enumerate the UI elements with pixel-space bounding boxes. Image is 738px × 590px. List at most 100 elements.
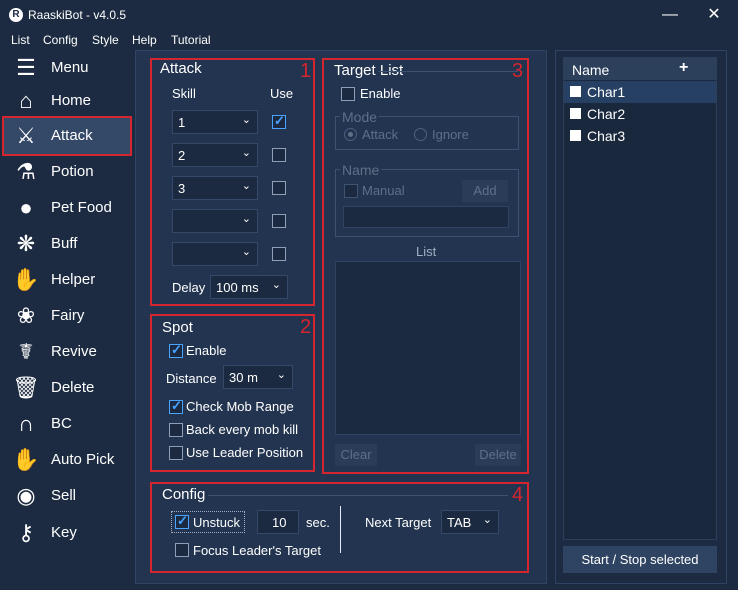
config-section: Config 4 Unstuck 10 sec. Next Target TAB…: [150, 482, 529, 573]
chevron-down-icon: ⌄: [482, 514, 492, 526]
target-enable-checkbox[interactable]: [341, 87, 355, 101]
add-character-button[interactable]: +: [679, 59, 688, 77]
sidebar-item-auto-pick[interactable]: ✋ Auto Pick: [4, 442, 132, 478]
home-icon: ⌂: [19, 88, 33, 113]
use-checkbox-3[interactable]: [272, 181, 286, 195]
sidebar-item-bc[interactable]: ∩ BC: [4, 406, 132, 442]
sidebar-item-buff[interactable]: ❋ Buff: [4, 226, 132, 262]
list-item[interactable]: Char2: [564, 103, 716, 125]
use-checkbox-5[interactable]: [272, 247, 286, 261]
unstuck-seconds-input[interactable]: 10: [257, 510, 299, 534]
name-column-header[interactable]: Name: [572, 62, 609, 78]
skill-select-3[interactable]: 3 ⌄: [172, 176, 258, 200]
focus-leader-checkbox[interactable]: [175, 543, 189, 557]
use-header: Use: [270, 86, 294, 101]
distance-select[interactable]: 30 m ⌄: [223, 365, 293, 389]
skill-select-4[interactable]: ⌄: [172, 209, 258, 233]
clear-button[interactable]: Clear: [335, 444, 377, 466]
spot-enable-label: Enable: [186, 343, 227, 358]
next-target-select[interactable]: TAB ⌄: [441, 510, 499, 534]
menu-help[interactable]: Help: [132, 33, 157, 47]
menu-bar: List Config Style Help Tutorial: [0, 30, 738, 50]
menu-style[interactable]: Style: [92, 33, 119, 47]
delete-button[interactable]: Delete: [475, 444, 521, 466]
skill-select-5[interactable]: ⌄: [172, 242, 258, 266]
back-every-mob-kill-checkbox[interactable]: [169, 423, 183, 437]
sidebar-item-helper[interactable]: ✋ Helper: [4, 262, 132, 298]
sidebar: ☰ Menu ⌂ Home ⚔ Attack ⚗ Potion ● Pet Fo…: [0, 50, 134, 590]
spot-number: 2: [300, 316, 312, 338]
menu-list[interactable]: List: [11, 33, 30, 47]
close-icon[interactable]: ✕: [702, 4, 726, 26]
key-icon: ⚷: [17, 520, 35, 545]
sidebar-item-delete[interactable]: 🗑 Delete: [4, 370, 132, 406]
chevron-down-icon: ⌄: [241, 213, 251, 225]
list-item[interactable]: Char3: [564, 125, 716, 147]
sidebar-item-key[interactable]: ⚷ Key: [4, 515, 132, 551]
use-checkbox-2[interactable]: [272, 148, 286, 162]
window-title: RaaskiBot - v4.0.5: [28, 8, 127, 22]
chevron-down-icon: ⌄: [241, 246, 251, 258]
handshake-icon: ✋: [12, 267, 40, 292]
check-mob-range-checkbox[interactable]: [169, 398, 183, 414]
menu-tutorial[interactable]: Tutorial: [171, 33, 211, 47]
skill-header: Skill: [172, 86, 196, 101]
list-item[interactable]: Char1: [564, 81, 716, 103]
sidebar-item-sell[interactable]: ◉ Sell: [4, 478, 132, 514]
character-list-header: Name +: [564, 58, 716, 80]
character-checkbox[interactable]: [570, 108, 581, 119]
delay-label: Delay: [172, 280, 206, 295]
bc-icon: ∩: [18, 411, 34, 436]
config-divider: [208, 495, 508, 496]
character-checkbox[interactable]: [570, 130, 581, 141]
spot-section: Spot 2 Enable Distance 30 m⌄ Check Mob R…: [150, 314, 315, 472]
minimize-icon[interactable]: —: [658, 4, 682, 26]
chevron-down-icon: ⌄: [241, 147, 251, 159]
name-input[interactable]: [343, 206, 509, 228]
use-checkbox-1[interactable]: [272, 113, 286, 129]
buff-icon: ❋: [16, 231, 36, 256]
distance-label: Distance: [166, 371, 217, 386]
trash-icon: 🗑: [12, 375, 40, 400]
use-leader-position-label: Use Leader Position: [186, 445, 304, 460]
pet-food-icon: ●: [19, 195, 33, 220]
config-number: 4: [512, 484, 524, 506]
mode-ignore-radio[interactable]: [414, 128, 427, 141]
sidebar-item-home[interactable]: ⌂ Home: [4, 83, 132, 119]
app-logo-icon: R: [9, 8, 23, 22]
sidebar-item-menu[interactable]: ☰ Menu: [4, 50, 132, 86]
revive-icon: ☤: [18, 339, 34, 364]
sidebar-item-fairy[interactable]: ❀ Fairy: [4, 298, 132, 334]
attack-highlight-box: [2, 116, 132, 156]
auto-pick-icon: ✋: [12, 447, 40, 472]
add-button[interactable]: Add: [462, 180, 508, 202]
target-list-divider: [378, 71, 518, 72]
sidebar-item-revive[interactable]: ☤ Revive: [4, 334, 132, 370]
menu-config[interactable]: Config: [43, 33, 78, 47]
sidebar-item-pet-food[interactable]: ● Pet Food: [4, 190, 132, 226]
fairy-icon: ❀: [16, 303, 36, 328]
hamburger-icon: ☰: [16, 55, 36, 80]
config-title: Config: [162, 486, 206, 503]
character-checkbox[interactable]: [570, 86, 581, 97]
use-leader-position-checkbox[interactable]: [169, 446, 183, 460]
spot-enable-checkbox[interactable]: [169, 342, 183, 358]
target-list-box[interactable]: [335, 261, 521, 435]
potion-icon: ⚗: [16, 159, 36, 184]
start-stop-button[interactable]: Start / Stop selected: [563, 546, 717, 573]
delay-select[interactable]: 100 ms ⌄: [210, 275, 288, 299]
sidebar-item-potion[interactable]: ⚗ Potion: [4, 154, 132, 190]
character-list[interactable]: Name + Char1 Char2 Char3: [563, 57, 717, 540]
mode-attack-label: Attack: [362, 127, 399, 142]
focus-leader-label: Focus Leader's Target: [193, 543, 321, 558]
skill-select-2[interactable]: 2 ⌄: [172, 143, 258, 167]
unstuck-checkbox[interactable]: [175, 513, 189, 529]
use-checkbox-4[interactable]: [272, 214, 286, 228]
name-title: Name: [340, 162, 382, 178]
manual-checkbox[interactable]: [344, 184, 358, 198]
target-enable-label: Enable: [360, 86, 401, 101]
mode-attack-radio[interactable]: [344, 128, 357, 141]
mode-title: Mode: [340, 109, 380, 125]
back-every-mob-kill-label: Back every mob kill: [186, 422, 298, 437]
skill-select-1[interactable]: 1 ⌄: [172, 110, 258, 134]
